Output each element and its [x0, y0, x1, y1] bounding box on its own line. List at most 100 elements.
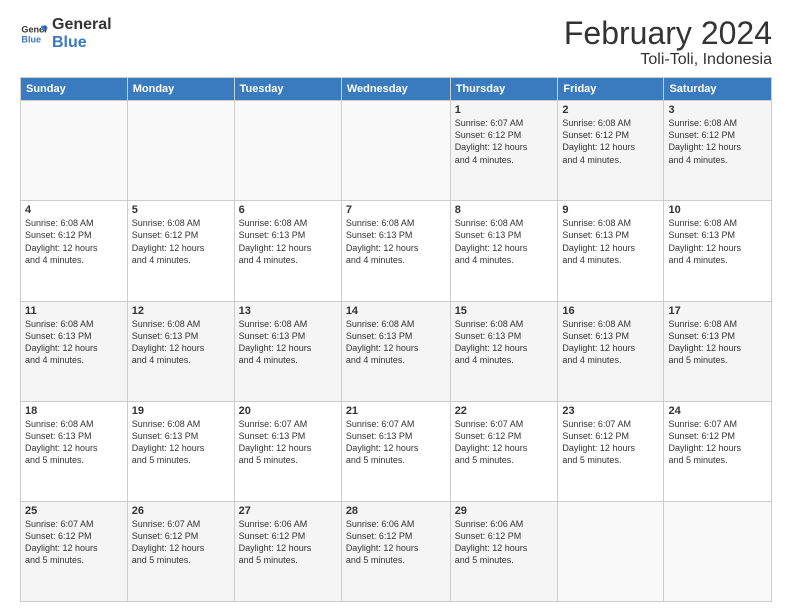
day-info: Sunrise: 6:08 AM Sunset: 6:13 PM Dayligh… — [346, 318, 446, 367]
day-info: Sunrise: 6:08 AM Sunset: 6:13 PM Dayligh… — [25, 418, 123, 467]
logo-line1: General — [52, 16, 112, 34]
col-monday: Monday — [127, 78, 234, 101]
calendar-cell: 4Sunrise: 6:08 AM Sunset: 6:12 PM Daylig… — [21, 201, 128, 301]
day-number: 2 — [562, 104, 659, 116]
day-info: Sunrise: 6:08 AM Sunset: 6:13 PM Dayligh… — [668, 217, 767, 266]
calendar-cell: 9Sunrise: 6:08 AM Sunset: 6:13 PM Daylig… — [558, 201, 664, 301]
day-info: Sunrise: 6:06 AM Sunset: 6:12 PM Dayligh… — [346, 518, 446, 567]
calendar-cell: 21Sunrise: 6:07 AM Sunset: 6:13 PM Dayli… — [341, 401, 450, 501]
day-info: Sunrise: 6:08 AM Sunset: 6:12 PM Dayligh… — [132, 217, 230, 266]
calendar-week-row: 25Sunrise: 6:07 AM Sunset: 6:12 PM Dayli… — [21, 501, 772, 601]
day-number: 24 — [668, 405, 767, 417]
calendar-cell: 12Sunrise: 6:08 AM Sunset: 6:13 PM Dayli… — [127, 301, 234, 401]
day-info: Sunrise: 6:08 AM Sunset: 6:13 PM Dayligh… — [132, 318, 230, 367]
day-info: Sunrise: 6:08 AM Sunset: 6:13 PM Dayligh… — [668, 318, 767, 367]
calendar-week-row: 11Sunrise: 6:08 AM Sunset: 6:13 PM Dayli… — [21, 301, 772, 401]
col-saturday: Saturday — [664, 78, 772, 101]
calendar-cell: 15Sunrise: 6:08 AM Sunset: 6:13 PM Dayli… — [450, 301, 558, 401]
title-block: February 2024 Toli-Toli, Indonesia — [564, 16, 772, 69]
day-info: Sunrise: 6:08 AM Sunset: 6:13 PM Dayligh… — [455, 217, 554, 266]
day-info: Sunrise: 6:07 AM Sunset: 6:13 PM Dayligh… — [346, 418, 446, 467]
day-info: Sunrise: 6:08 AM Sunset: 6:13 PM Dayligh… — [239, 217, 337, 266]
day-info: Sunrise: 6:06 AM Sunset: 6:12 PM Dayligh… — [239, 518, 337, 567]
day-info: Sunrise: 6:07 AM Sunset: 6:12 PM Dayligh… — [455, 117, 554, 166]
day-info: Sunrise: 6:08 AM Sunset: 6:13 PM Dayligh… — [25, 318, 123, 367]
day-number: 17 — [668, 305, 767, 317]
calendar-cell: 14Sunrise: 6:08 AM Sunset: 6:13 PM Dayli… — [341, 301, 450, 401]
day-number: 5 — [132, 204, 230, 216]
calendar-cell: 3Sunrise: 6:08 AM Sunset: 6:12 PM Daylig… — [664, 101, 772, 201]
page-header: General Blue General Blue February 2024 … — [20, 16, 772, 69]
day-number: 18 — [25, 405, 123, 417]
calendar-cell: 7Sunrise: 6:08 AM Sunset: 6:13 PM Daylig… — [341, 201, 450, 301]
day-info: Sunrise: 6:08 AM Sunset: 6:12 PM Dayligh… — [25, 217, 123, 266]
calendar-cell: 29Sunrise: 6:06 AM Sunset: 6:12 PM Dayli… — [450, 501, 558, 601]
day-info: Sunrise: 6:07 AM Sunset: 6:12 PM Dayligh… — [668, 418, 767, 467]
calendar-cell: 24Sunrise: 6:07 AM Sunset: 6:12 PM Dayli… — [664, 401, 772, 501]
calendar-cell: 23Sunrise: 6:07 AM Sunset: 6:12 PM Dayli… — [558, 401, 664, 501]
calendar-cell: 25Sunrise: 6:07 AM Sunset: 6:12 PM Dayli… — [21, 501, 128, 601]
svg-text:Blue: Blue — [21, 34, 41, 44]
day-number: 19 — [132, 405, 230, 417]
calendar-cell: 1Sunrise: 6:07 AM Sunset: 6:12 PM Daylig… — [450, 101, 558, 201]
col-sunday: Sunday — [21, 78, 128, 101]
day-number: 14 — [346, 305, 446, 317]
day-number: 13 — [239, 305, 337, 317]
calendar-cell: 11Sunrise: 6:08 AM Sunset: 6:13 PM Dayli… — [21, 301, 128, 401]
day-info: Sunrise: 6:07 AM Sunset: 6:12 PM Dayligh… — [25, 518, 123, 567]
calendar-cell: 20Sunrise: 6:07 AM Sunset: 6:13 PM Dayli… — [234, 401, 341, 501]
calendar-cell: 19Sunrise: 6:08 AM Sunset: 6:13 PM Dayli… — [127, 401, 234, 501]
logo: General Blue General Blue — [20, 16, 112, 51]
day-number: 15 — [455, 305, 554, 317]
col-wednesday: Wednesday — [341, 78, 450, 101]
logo-line2: Blue — [52, 34, 112, 52]
day-info: Sunrise: 6:08 AM Sunset: 6:13 PM Dayligh… — [562, 217, 659, 266]
calendar-cell — [558, 501, 664, 601]
calendar-cell — [341, 101, 450, 201]
col-friday: Friday — [558, 78, 664, 101]
day-number: 28 — [346, 505, 446, 517]
calendar-cell: 26Sunrise: 6:07 AM Sunset: 6:12 PM Dayli… — [127, 501, 234, 601]
day-number: 29 — [455, 505, 554, 517]
calendar-cell: 22Sunrise: 6:07 AM Sunset: 6:12 PM Dayli… — [450, 401, 558, 501]
day-number: 27 — [239, 505, 337, 517]
calendar-cell: 10Sunrise: 6:08 AM Sunset: 6:13 PM Dayli… — [664, 201, 772, 301]
day-info: Sunrise: 6:06 AM Sunset: 6:12 PM Dayligh… — [455, 518, 554, 567]
col-tuesday: Tuesday — [234, 78, 341, 101]
calendar-cell: 16Sunrise: 6:08 AM Sunset: 6:13 PM Dayli… — [558, 301, 664, 401]
calendar-week-row: 4Sunrise: 6:08 AM Sunset: 6:12 PM Daylig… — [21, 201, 772, 301]
logo-icon: General Blue — [20, 20, 48, 48]
calendar-cell: 6Sunrise: 6:08 AM Sunset: 6:13 PM Daylig… — [234, 201, 341, 301]
day-info: Sunrise: 6:07 AM Sunset: 6:12 PM Dayligh… — [132, 518, 230, 567]
day-number: 1 — [455, 104, 554, 116]
calendar-cell: 13Sunrise: 6:08 AM Sunset: 6:13 PM Dayli… — [234, 301, 341, 401]
calendar-cell: 27Sunrise: 6:06 AM Sunset: 6:12 PM Dayli… — [234, 501, 341, 601]
calendar-header-row: Sunday Monday Tuesday Wednesday Thursday… — [21, 78, 772, 101]
day-number: 11 — [25, 305, 123, 317]
day-number: 20 — [239, 405, 337, 417]
col-thursday: Thursday — [450, 78, 558, 101]
calendar-week-row: 18Sunrise: 6:08 AM Sunset: 6:13 PM Dayli… — [21, 401, 772, 501]
day-number: 6 — [239, 204, 337, 216]
day-info: Sunrise: 6:08 AM Sunset: 6:13 PM Dayligh… — [346, 217, 446, 266]
day-info: Sunrise: 6:07 AM Sunset: 6:12 PM Dayligh… — [455, 418, 554, 467]
day-number: 9 — [562, 204, 659, 216]
day-info: Sunrise: 6:07 AM Sunset: 6:12 PM Dayligh… — [562, 418, 659, 467]
day-info: Sunrise: 6:08 AM Sunset: 6:13 PM Dayligh… — [239, 318, 337, 367]
calendar-cell: 2Sunrise: 6:08 AM Sunset: 6:12 PM Daylig… — [558, 101, 664, 201]
day-info: Sunrise: 6:08 AM Sunset: 6:12 PM Dayligh… — [562, 117, 659, 166]
main-title: February 2024 — [564, 16, 772, 51]
subtitle: Toli-Toli, Indonesia — [564, 51, 772, 69]
day-info: Sunrise: 6:08 AM Sunset: 6:12 PM Dayligh… — [668, 117, 767, 166]
day-number: 10 — [668, 204, 767, 216]
calendar-cell — [234, 101, 341, 201]
day-number: 8 — [455, 204, 554, 216]
calendar-cell — [664, 501, 772, 601]
day-number: 16 — [562, 305, 659, 317]
day-number: 7 — [346, 204, 446, 216]
calendar-cell: 8Sunrise: 6:08 AM Sunset: 6:13 PM Daylig… — [450, 201, 558, 301]
calendar-cell: 28Sunrise: 6:06 AM Sunset: 6:12 PM Dayli… — [341, 501, 450, 601]
calendar-table: Sunday Monday Tuesday Wednesday Thursday… — [20, 77, 772, 602]
day-number: 4 — [25, 204, 123, 216]
day-number: 26 — [132, 505, 230, 517]
